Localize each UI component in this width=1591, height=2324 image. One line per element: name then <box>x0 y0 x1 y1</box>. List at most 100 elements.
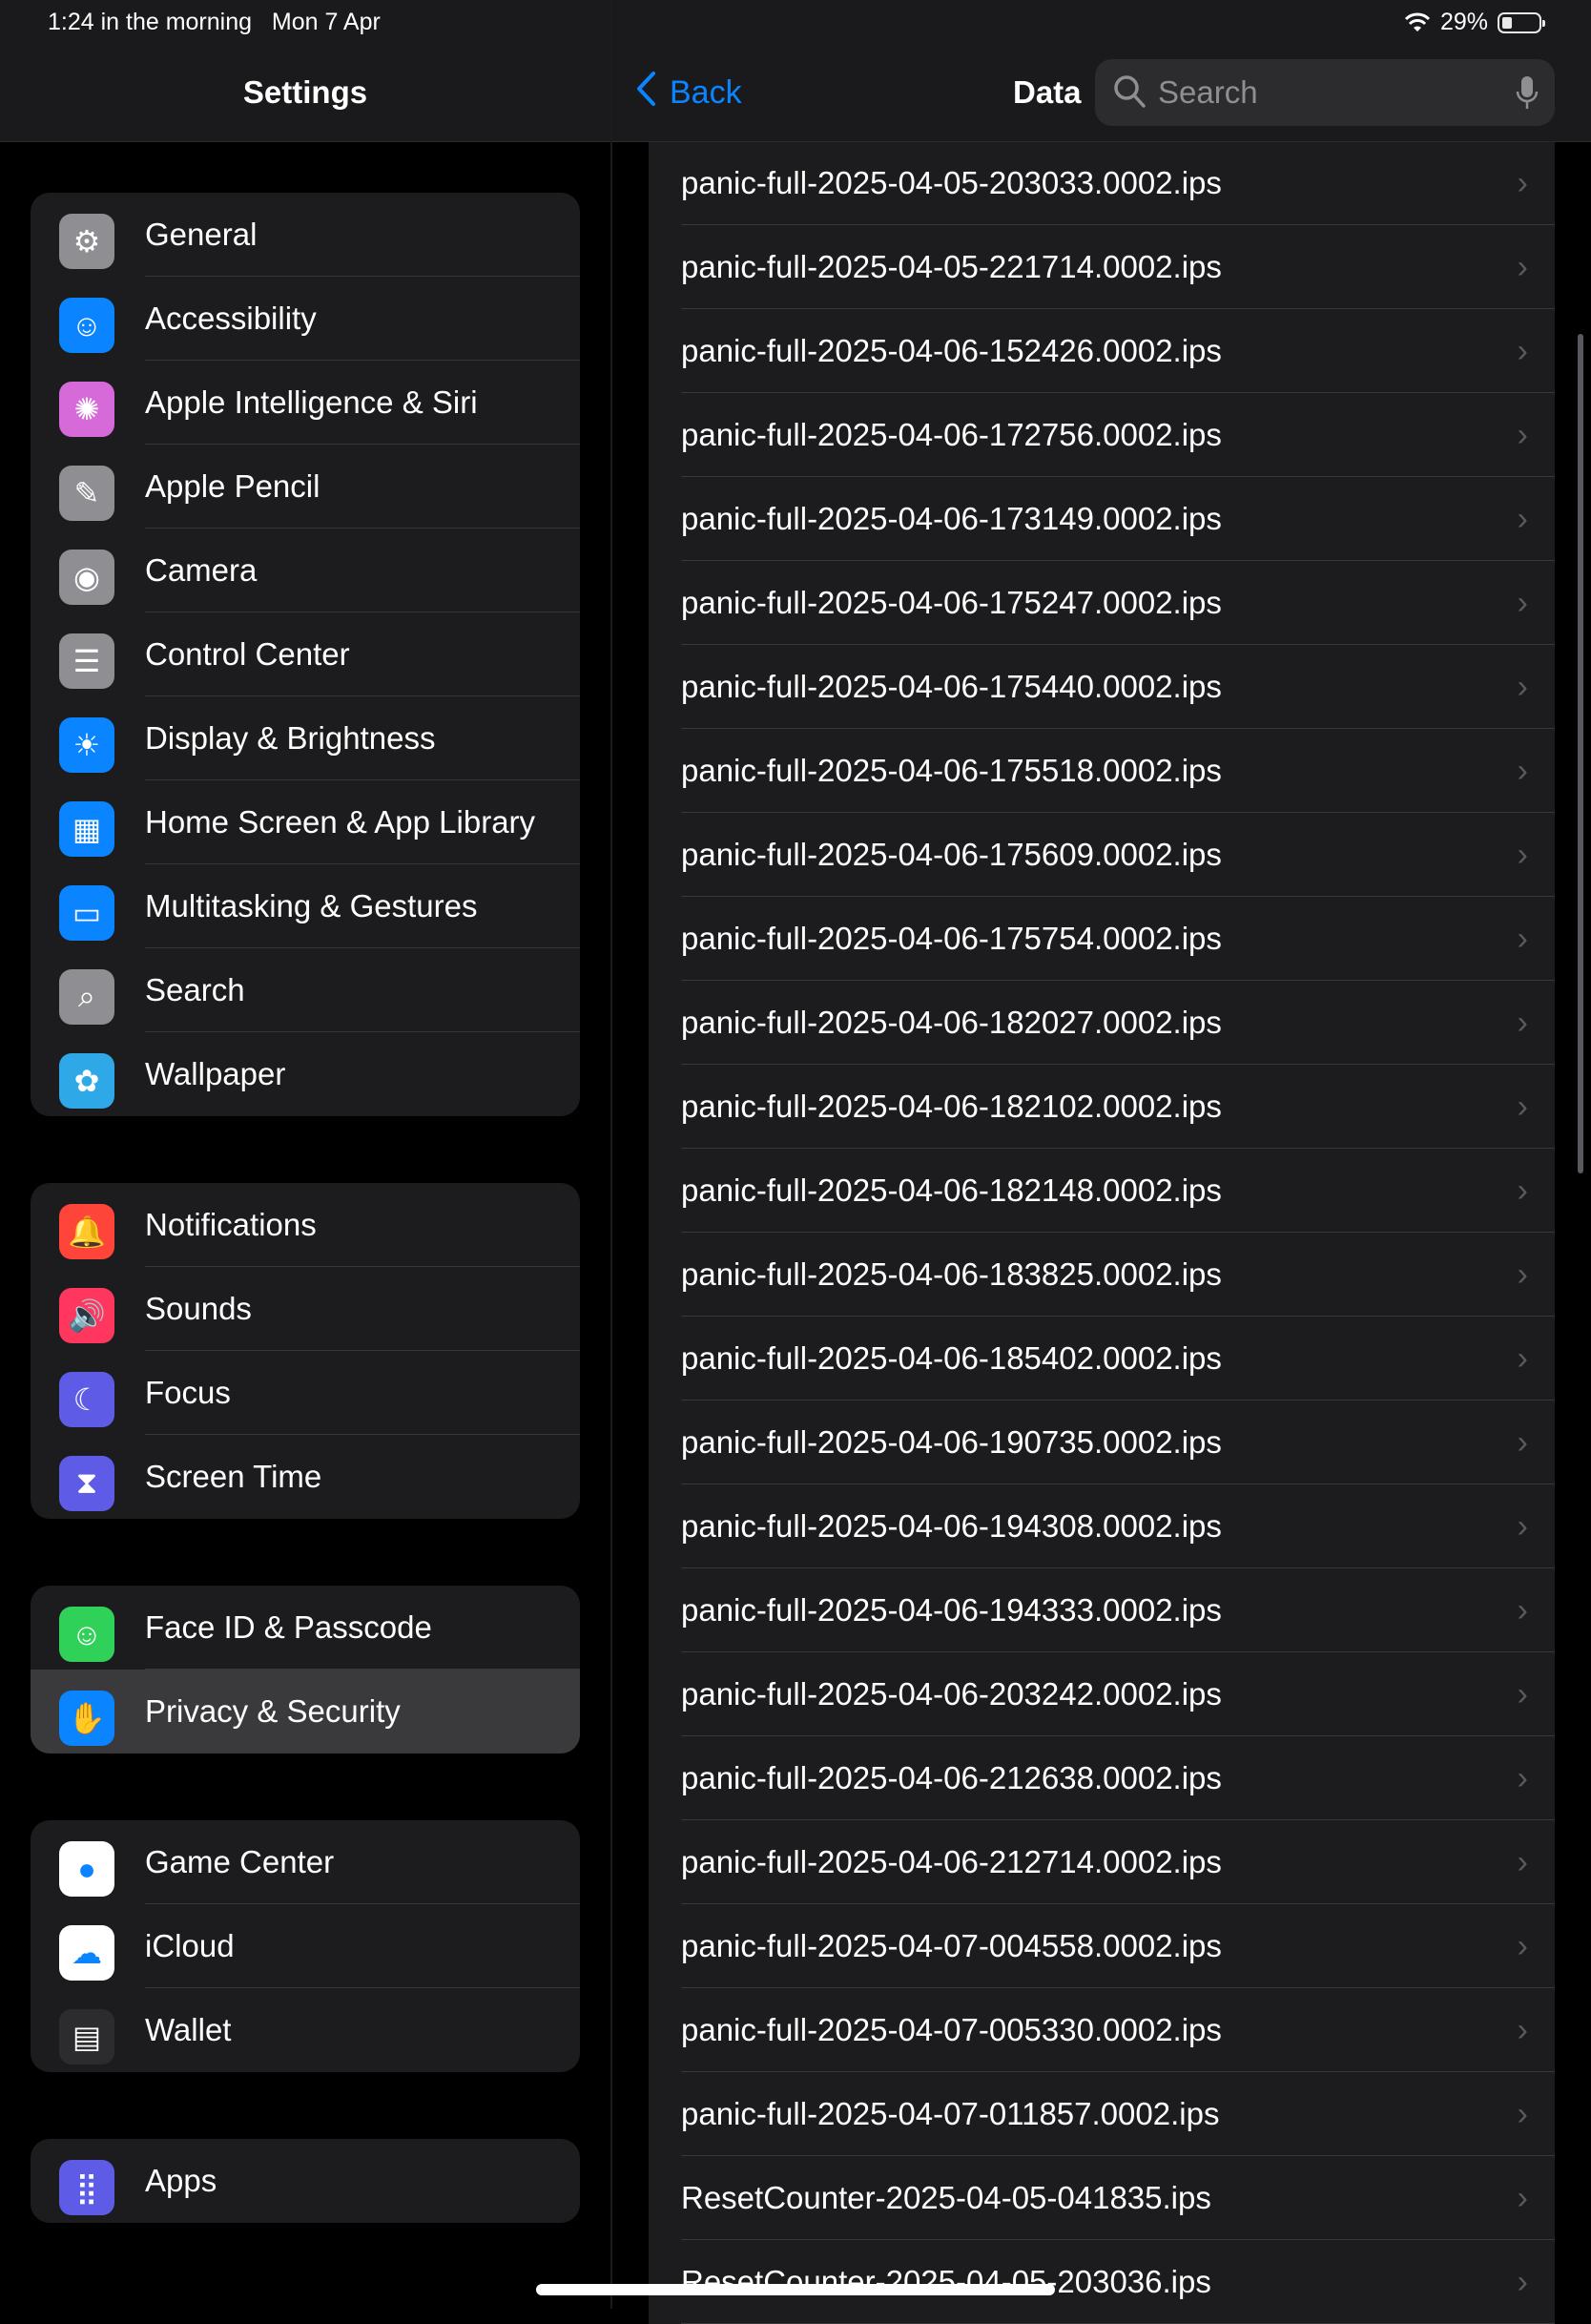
file-name: panic-full-2025-04-06-175247.0002.ips <box>681 585 1222 620</box>
sidebar-item-apps[interactable]: ⣿ Apps <box>31 2139 580 2223</box>
file-row[interactable]: panic-full-2025-04-06-173149.0002.ips › <box>649 477 1555 561</box>
sidebar-item-wallet[interactable]: ▤ Wallet <box>31 1988 580 2072</box>
chevron-right-icon: › <box>1517 249 1528 285</box>
sidebar-item-control-center[interactable]: ☰ Control Center <box>31 612 580 696</box>
file-row[interactable]: panic-full-2025-04-06-175247.0002.ips › <box>649 561 1555 645</box>
settings-group: ⣿ Apps <box>31 2139 580 2223</box>
file-row[interactable]: panic-full-2025-04-06-203242.0002.ips › <box>649 1652 1555 1736</box>
file-name: panic-full-2025-04-06-175440.0002.ips <box>681 669 1222 704</box>
hand-icon: ✋ <box>59 1691 114 1746</box>
sidebar-item-accessibility[interactable]: ☺ Accessibility <box>31 277 580 361</box>
microphone-icon[interactable] <box>1515 74 1539 113</box>
chevron-right-icon: › <box>1517 1005 1528 1041</box>
chevron-right-icon: › <box>1517 1172 1528 1209</box>
chevron-right-icon: › <box>1517 1089 1528 1125</box>
sidebar-item-label: Display & Brightness <box>145 720 436 756</box>
sidebar-item-general[interactable]: ⚙ General <box>31 193 580 277</box>
face-id-icon: ☺ <box>59 1607 114 1662</box>
sidebar-item-home-screen-app-library[interactable]: ▦ Home Screen & App Library <box>31 780 580 864</box>
detail-pane: Back Data Search panic-full-2025-04-05-2… <box>612 0 1591 2324</box>
sidebar-item-label: Wallpaper <box>145 1056 286 1091</box>
page-title: Data <box>1013 74 1082 110</box>
file-row[interactable]: panic-full-2025-04-06-152426.0002.ips › <box>649 309 1555 393</box>
sidebar-item-label: Sounds <box>145 1291 252 1326</box>
chevron-right-icon: › <box>1517 753 1528 789</box>
search-input[interactable]: Search <box>1095 59 1555 126</box>
home-screen-icon: ▦ <box>59 801 114 857</box>
file-row[interactable]: ResetCounter-2025-04-05-041835.ips › <box>649 2156 1555 2240</box>
battery-icon <box>1498 11 1545 33</box>
sidebar-item-label: Privacy & Security <box>145 1693 401 1729</box>
camera-icon: ◉ <box>59 550 114 605</box>
chevron-right-icon: › <box>1517 1340 1528 1377</box>
file-row[interactable]: panic-full-2025-04-06-182027.0002.ips › <box>649 981 1555 1065</box>
sidebar-item-label: Wallet <box>145 2012 232 2047</box>
chevron-right-icon: › <box>1517 669 1528 705</box>
file-row[interactable]: panic-full-2025-04-06-175609.0002.ips › <box>649 813 1555 897</box>
file-name: panic-full-2025-04-07-005330.0002.ips <box>681 2012 1222 2047</box>
file-name: panic-full-2025-04-06-175754.0002.ips <box>681 921 1222 956</box>
sidebar-item-camera[interactable]: ◉ Camera <box>31 529 580 612</box>
back-button[interactable]: Back <box>635 71 742 114</box>
sidebar-item-label: Apple Intelligence & Siri <box>145 384 478 420</box>
wifi-icon <box>1404 12 1431 31</box>
accessibility-icon: ☺ <box>59 298 114 353</box>
file-name: panic-full-2025-04-05-203033.0002.ips <box>681 165 1222 200</box>
settings-group: 🔔 Notifications 🔊 Sounds ☾ Focus ⧗ Screen Time <box>31 1183 580 1519</box>
file-name: panic-full-2025-04-06-152426.0002.ips <box>681 333 1222 368</box>
file-row[interactable]: panic-full-2025-04-06-190735.0002.ips › <box>649 1401 1555 1484</box>
sidebar-item-privacy-security[interactable]: ✋ Privacy & Security <box>31 1670 580 1753</box>
file-row[interactable]: ResetCounter-2025-04-05-203036.ips › <box>649 2240 1555 2324</box>
file-row[interactable]: panic-full-2025-04-07-011857.0002.ips › <box>649 2072 1555 2156</box>
battery-percentage: 29% <box>1439 9 1488 35</box>
sidebar-item-display-brightness[interactable]: ☀ Display & Brightness <box>31 696 580 780</box>
file-name: panic-full-2025-04-05-221714.0002.ips <box>681 249 1222 284</box>
file-row[interactable]: panic-full-2025-04-06-175440.0002.ips › <box>649 645 1555 729</box>
sidebar-item-multitasking-gestures[interactable]: ▭ Multitasking & Gestures <box>31 864 580 948</box>
file-name: panic-full-2025-04-07-011857.0002.ips <box>681 2096 1220 2131</box>
sidebar-item-focus[interactable]: ☾ Focus <box>31 1351 580 1435</box>
settings-sidebar: Settings ⚙ General ☺ Accessibility ✺ Apple In… <box>0 0 610 2309</box>
sidebar-item-game-center[interactable]: ● Game Center <box>31 1820 580 1904</box>
file-row[interactable]: panic-full-2025-04-06-183825.0002.ips › <box>649 1233 1555 1317</box>
sidebar-item-wallpaper[interactable]: ✿ Wallpaper <box>31 1032 580 1116</box>
cloud-icon: ☁ <box>59 1925 114 1981</box>
sidebar-item-sounds[interactable]: 🔊 Sounds <box>31 1267 580 1351</box>
file-row[interactable]: panic-full-2025-04-06-175754.0002.ips › <box>649 897 1555 981</box>
file-row[interactable]: panic-full-2025-04-06-175518.0002.ips › <box>649 729 1555 813</box>
file-row[interactable]: panic-full-2025-04-06-182148.0002.ips › <box>649 1149 1555 1233</box>
sidebar-item-label: Control Center <box>145 636 350 672</box>
speaker-icon: 🔊 <box>59 1288 114 1343</box>
file-name: panic-full-2025-04-06-182148.0002.ips <box>681 1172 1222 1208</box>
sidebar-item-icloud[interactable]: ☁ iCloud <box>31 1904 580 1988</box>
sidebar-item-face-id-passcode[interactable]: ☺ Face ID & Passcode <box>31 1586 580 1670</box>
file-list: panic-full-2025-04-05-203033.0002.ips › pa… <box>649 141 1555 2324</box>
sidebar-item-label: Screen Time <box>145 1459 322 1494</box>
scrollbar[interactable] <box>1578 334 1583 1173</box>
sidebar-item-search[interactable]: ⌕ Search <box>31 948 580 1032</box>
chevron-right-icon: › <box>1517 1592 1528 1629</box>
sidebar-item-apple-pencil[interactable]: ✎ Apple Pencil <box>31 445 580 529</box>
file-row[interactable]: panic-full-2025-04-06-172756.0002.ips › <box>649 393 1555 477</box>
file-row[interactable]: panic-full-2025-04-06-194333.0002.ips › <box>649 1568 1555 1652</box>
flower-icon: ✿ <box>59 1053 114 1109</box>
file-row[interactable]: panic-full-2025-04-06-182102.0002.ips › <box>649 1065 1555 1149</box>
file-row[interactable]: panic-full-2025-04-06-212714.0002.ips › <box>649 1820 1555 1904</box>
file-row[interactable]: panic-full-2025-04-05-221714.0002.ips › <box>649 225 1555 309</box>
sidebar-item-label: Home Screen & App Library <box>145 804 536 840</box>
file-row[interactable]: panic-full-2025-04-06-185402.0002.ips › <box>649 1317 1555 1401</box>
home-indicator[interactable] <box>536 2284 1055 2295</box>
toggles-icon: ☰ <box>59 633 114 689</box>
sidebar-item-apple-intelligence-siri[interactable]: ✺ Apple Intelligence & Siri <box>31 361 580 445</box>
file-row[interactable]: panic-full-2025-04-05-203033.0002.ips › <box>649 141 1555 225</box>
file-row[interactable]: panic-full-2025-04-06-194308.0002.ips › <box>649 1484 1555 1568</box>
sidebar-item-notifications[interactable]: 🔔 Notifications <box>31 1183 580 1267</box>
wallet-icon: ▤ <box>59 2009 114 2065</box>
sidebar-item-screen-time[interactable]: ⧗ Screen Time <box>31 1435 580 1519</box>
file-row[interactable]: panic-full-2025-04-07-004558.0002.ips › <box>649 1904 1555 1988</box>
chevron-right-icon: › <box>1517 417 1528 453</box>
file-row[interactable]: panic-full-2025-04-07-005330.0002.ips › <box>649 1988 1555 2072</box>
file-row[interactable]: panic-full-2025-04-06-212638.0002.ips › <box>649 1736 1555 1820</box>
file-name: panic-full-2025-04-06-203242.0002.ips <box>681 1676 1222 1712</box>
search-placeholder: Search <box>1158 74 1258 110</box>
